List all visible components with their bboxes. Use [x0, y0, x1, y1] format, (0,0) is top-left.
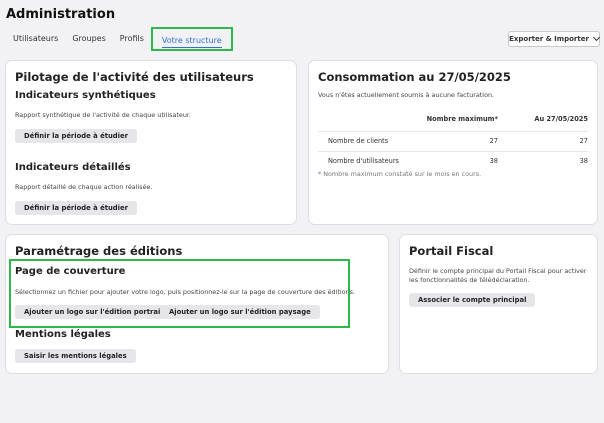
tab-utilisateurs[interactable]: Utilisateurs	[6, 27, 65, 51]
pilotage-card: Pilotage de l'activité des utilisateurs …	[5, 60, 297, 225]
mentions-title: Mentions légales	[15, 329, 111, 340]
mentions-button[interactable]: Saisir les mentions légales	[15, 349, 136, 363]
synth-desc: Rapport synthétique de l'activité de cha…	[15, 111, 191, 119]
consommation-footnote: * Nombre maximum constaté sur le mois en…	[318, 170, 482, 178]
export-import-label: Exporter & Importer	[509, 35, 589, 43]
associate-account-button[interactable]: Associer le compte principal	[409, 293, 536, 307]
row-label: Nombre de clients	[328, 137, 389, 145]
tab-bar: Utilisateurs Groupes Profils Votre struc…	[6, 27, 233, 51]
detail-period-button[interactable]: Définir la période à étudier	[15, 201, 137, 215]
portail-desc-line2: les fonctionnalités de télédéclaration.	[409, 276, 530, 284]
consommation-table: Nombre maximum* Au 27/05/2025 Nombre de …	[318, 111, 588, 171]
chevron-down-icon	[592, 33, 600, 42]
editions-title: Paramétrage des éditions	[15, 244, 183, 258]
highlight-box	[9, 259, 350, 328]
col-max-header: Nombre maximum*	[426, 115, 498, 123]
col-date-header: Au 27/05/2025	[534, 115, 588, 123]
tab-profils[interactable]: Profils	[113, 27, 151, 51]
row-current: 27	[579, 137, 588, 145]
detail-title: Indicateurs détaillés	[15, 162, 131, 173]
table-row: Nombre de clients 27 27	[318, 131, 588, 151]
row-current: 38	[579, 157, 588, 166]
tab-votre-structure[interactable]: Votre structure	[150, 27, 233, 51]
synth-title: Indicateurs synthétiques	[15, 90, 156, 101]
synth-period-button[interactable]: Définir la période à étudier	[15, 129, 137, 143]
row-max: 38	[489, 157, 498, 166]
portail-desc-line1: Définir le compte principal du Portail F…	[409, 267, 587, 275]
portail-card: Portail Fiscal Définir le compte princip…	[399, 234, 598, 374]
export-import-button[interactable]: Exporter & Importer	[508, 31, 600, 47]
consommation-card: Consommation au 27/05/2025 Vous n'êtes a…	[308, 60, 598, 225]
row-max: 27	[489, 137, 498, 145]
detail-desc: Rapport détaillé de chaque action réalis…	[15, 183, 153, 191]
row-label: Nombre d'utilisateurs	[328, 157, 399, 166]
table-row: Nombre d'utilisateurs 38 38	[318, 151, 588, 171]
tab-groupes[interactable]: Groupes	[65, 27, 112, 51]
consommation-desc: Vous n'êtes actuellement soumis à aucune…	[318, 91, 495, 99]
consommation-title: Consommation au 27/05/2025	[318, 70, 511, 84]
portail-title: Portail Fiscal	[409, 244, 494, 258]
tab-votre-structure-label: Votre structure	[161, 36, 222, 48]
page-title: Administration	[6, 7, 116, 22]
pilotage-title: Pilotage de l'activité des utilisateurs	[15, 70, 254, 84]
